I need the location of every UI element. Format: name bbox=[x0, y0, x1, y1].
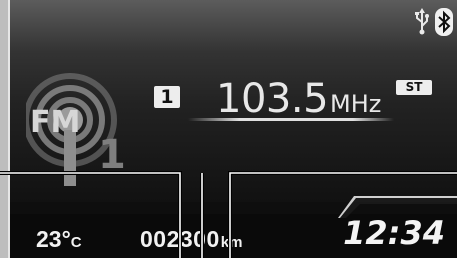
stereo-indicator: ST bbox=[396, 80, 432, 95]
odometer: 002300km bbox=[140, 226, 242, 253]
odometer-value: 002300 bbox=[140, 226, 220, 252]
fm-source-logo: FM 1 bbox=[26, 73, 126, 186]
preset-number-badge: 1 bbox=[154, 86, 180, 108]
bluetooth-icon bbox=[435, 8, 453, 36]
frequency-readout: 103.5 MHz bbox=[216, 76, 382, 122]
usb-icon bbox=[415, 8, 429, 35]
fm-logo-preset-label: 1 bbox=[98, 132, 126, 178]
outside-temperature: 23°C bbox=[36, 226, 82, 253]
status-icons bbox=[413, 8, 453, 36]
temperature-unit: C bbox=[70, 234, 82, 251]
fm-logo-band-label: FM bbox=[30, 105, 80, 140]
temperature-value: 23° bbox=[36, 226, 71, 252]
audio-display-screen: FM 1 1 103.5 MHz ST 23°C 002300km 12:34 bbox=[8, 0, 457, 258]
frequency-unit: MHz bbox=[330, 90, 382, 118]
clock: 12:34 bbox=[343, 214, 445, 252]
display-top-band bbox=[10, 0, 457, 58]
odometer-unit: km bbox=[220, 234, 243, 251]
frequency-underline bbox=[188, 118, 394, 121]
frequency-value: 103.5 bbox=[216, 76, 329, 122]
